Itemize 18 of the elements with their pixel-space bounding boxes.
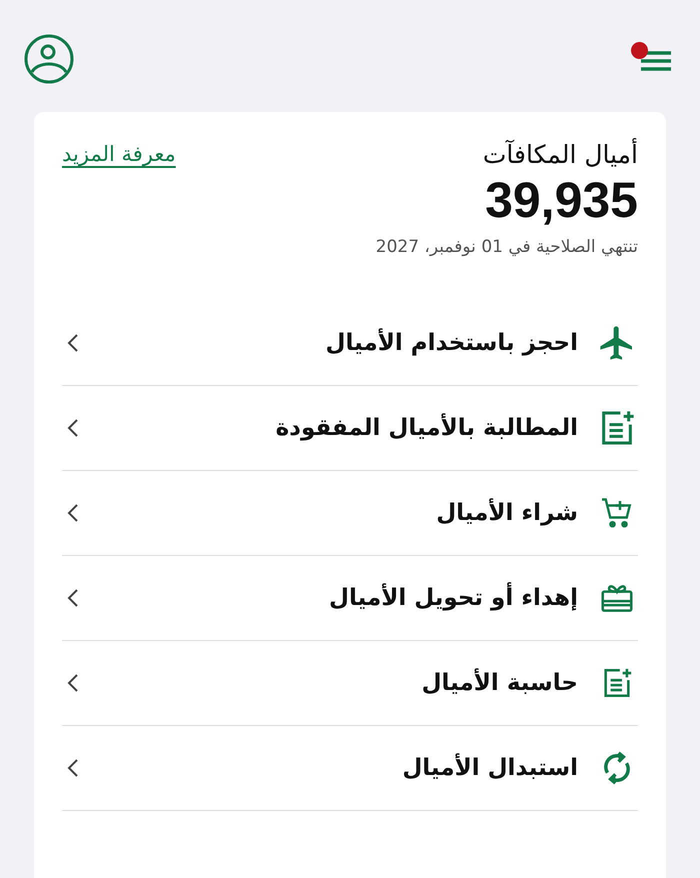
- chevron-icon: [66, 757, 80, 779]
- menu-item[interactable]: المطالبة بالأميال المفقودة: [62, 386, 638, 471]
- miles-balance: 39,935: [484, 171, 638, 229]
- menu-item[interactable]: استبدال الأميال: [62, 726, 638, 811]
- menu-icon: [640, 50, 672, 72]
- rewards-title: أميال المكافآت: [482, 140, 638, 169]
- expiry-text: تنتهي الصلاحية في 01 نوفمبر، 2027: [374, 237, 638, 257]
- chevron-icon: [66, 587, 80, 609]
- chevron-icon: [66, 417, 80, 439]
- menu-item[interactable]: حاسبة الأميال: [62, 641, 638, 726]
- chevron-icon: [66, 672, 80, 694]
- profile-icon[interactable]: [24, 34, 74, 84]
- learn-more-link[interactable]: معرفة المزيد: [62, 142, 176, 166]
- menu-item[interactable]: إهداء أو تحويل الأميال: [62, 556, 638, 641]
- menu-item[interactable]: احجز باستخدام الأميال: [62, 301, 638, 386]
- chevron-icon: [66, 332, 80, 354]
- chevron-icon: [66, 502, 80, 524]
- menu-item[interactable]: شراء الأميال: [62, 471, 638, 556]
